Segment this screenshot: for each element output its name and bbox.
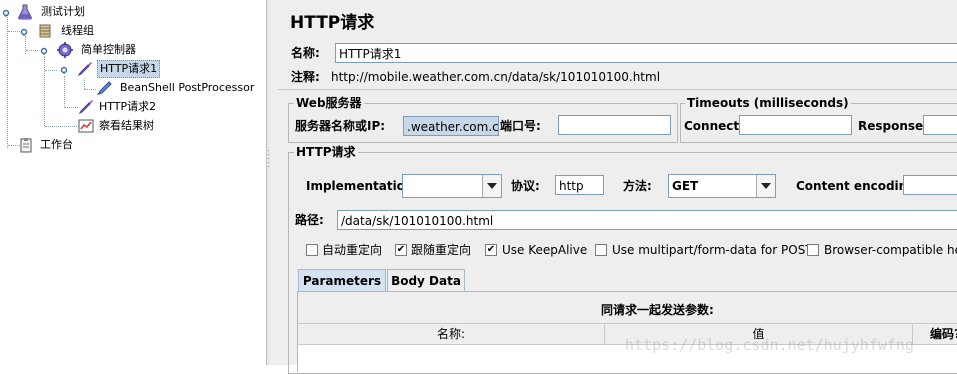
keepalive-label: Use KeepAlive: [502, 243, 588, 257]
thread-group-spool-icon: [39, 24, 51, 38]
divider-grip: [268, 162, 269, 163]
content-encoding-field[interactable]: [903, 175, 957, 195]
multipart-label: Use multipart/form-data for POST: [612, 243, 813, 257]
tree-connector: [84, 78, 85, 89]
browser-compatible-label: Browser-compatible hea: [824, 243, 957, 257]
response-timeout-field[interactable]: [923, 115, 957, 135]
tree-connector: [64, 107, 78, 108]
server-name-label: 服务器名称或IP:: [295, 119, 386, 133]
response-label: Response:: [858, 119, 928, 133]
tab-parameters[interactable]: Parameters: [298, 269, 386, 291]
http-request-group-title: HTTP请求: [294, 145, 358, 159]
expand-toggle-icon[interactable]: [60, 66, 68, 74]
test-plan-flask-icon: [18, 4, 32, 20]
connect-timeout-field[interactable]: [739, 115, 852, 135]
connect-label: Connect:: [684, 119, 744, 133]
tree-connector: [45, 126, 77, 127]
name-label: 名称:: [291, 46, 320, 60]
path-label: 路径:: [295, 213, 324, 227]
separator: [278, 89, 957, 90]
content-encoding-label: Content encoding:: [796, 179, 921, 193]
tree-item-label: 测试计划: [41, 5, 85, 18]
follow-redirects-checkbox[interactable]: ✔: [395, 244, 407, 256]
tree-connector: [26, 50, 38, 51]
keepalive-checkbox[interactable]: ✔: [485, 244, 497, 256]
listener-chart-icon: [78, 119, 94, 133]
follow-redirects-label: 跟随重定向: [411, 243, 472, 257]
path-field[interactable]: /data/sk/101010100.html: [337, 210, 957, 230]
tree-connector: [7, 14, 8, 148]
name-field[interactable]: HTTP请求1: [335, 43, 957, 63]
sampler-config-panel: HTTP请求 名称: HTTP请求1 注释: http://mobile.wea…: [270, 0, 957, 374]
tree-item-label: BeanShell PostProcessor: [120, 81, 255, 94]
protocol-field[interactable]: http: [555, 175, 604, 195]
timeouts-group-title: Timeouts (milliseconds): [685, 96, 851, 110]
controller-gear-icon: [57, 42, 73, 58]
tree-connector: [84, 89, 96, 90]
tree-connector: [64, 76, 65, 108]
sampler-pipette-icon: [78, 100, 93, 115]
divider-grip: [268, 150, 269, 151]
multipart-checkbox[interactable]: [595, 244, 607, 256]
expand-toggle-icon[interactable]: [20, 28, 28, 36]
divider-grip: [268, 166, 269, 167]
expand-toggle-icon[interactable]: [40, 47, 48, 55]
watermark-text: https://blog.csdn.net/hujyhfwfng: [625, 336, 914, 354]
auto-redirect-label: 自动重定向: [322, 243, 383, 257]
tree-connector: [44, 56, 45, 126]
tree-item-label: 简单控制器: [81, 43, 136, 56]
tree-connector: [8, 31, 20, 32]
tab-body-data[interactable]: Body Data: [387, 269, 465, 291]
method-label: 方法:: [623, 179, 652, 193]
tree-item-label: 工作台: [40, 138, 73, 151]
column-header-encode[interactable]: 编码?: [913, 324, 957, 344]
page-title: HTTP请求: [290, 13, 375, 33]
tree-item-label: HTTP请求1: [97, 60, 161, 78]
column-header-name[interactable]: 名称:: [298, 324, 605, 344]
tree-connector: [45, 70, 57, 71]
comment-label: 注释:: [291, 70, 320, 84]
method-value: GET: [672, 179, 699, 193]
postprocessor-pen-icon: [97, 81, 112, 95]
dropdown-arrow-icon[interactable]: [482, 175, 501, 197]
implementation-select[interactable]: [402, 174, 502, 198]
method-select[interactable]: GET: [668, 174, 776, 198]
auto-redirect-checkbox[interactable]: [306, 244, 318, 256]
tree-item-label: HTTP请求2: [99, 100, 157, 113]
expand-toggle-icon[interactable]: [2, 9, 10, 17]
tree-item-label: 线程组: [61, 24, 94, 37]
port-field[interactable]: [558, 115, 671, 135]
sampler-pipette-icon: [77, 62, 92, 77]
test-plan-tree[interactable]: 测试计划 线程组 简单控制器 HTTP请求1 BeanShell PostPro…: [0, 0, 266, 365]
web-server-group-title: Web服务器: [294, 96, 364, 110]
comment-field[interactable]: http://mobile.weather.com.cn/data/sk/101…: [331, 68, 660, 86]
dropdown-arrow-icon[interactable]: [756, 175, 775, 197]
protocol-label: 协议:: [511, 179, 540, 193]
workbench-clipboard-icon: [20, 138, 32, 153]
tree-connector: [25, 36, 26, 54]
divider-grip: [268, 154, 269, 155]
tree-item-label: 察看结果树: [99, 119, 154, 132]
browser-compatible-checkbox[interactable]: [807, 244, 819, 256]
port-label: 端口号:: [500, 119, 541, 133]
parameters-caption: 同请求一起发送参数:: [601, 303, 714, 317]
divider-grip: [268, 158, 269, 159]
server-name-field[interactable]: .weather.com.cn: [403, 116, 499, 136]
